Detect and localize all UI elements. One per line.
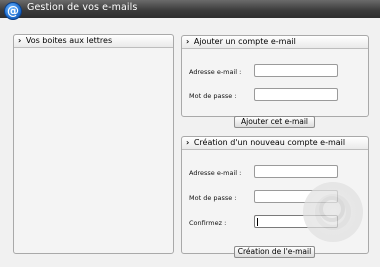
add-email-label: Adresse e-mail :: [189, 68, 242, 76]
mailboxes-panel-header: › Vos boites aux lettres: [14, 35, 173, 48]
add-password-field[interactable]: [254, 88, 338, 101]
create-email-label: Adresse e-mail :: [189, 169, 242, 177]
create-password-label: Mot de passe :: [189, 194, 237, 202]
window-title: Gestion de vos e-mails: [27, 2, 138, 13]
chevron-right-icon: ›: [18, 36, 22, 45]
mailbox-list[interactable]: [15, 49, 172, 252]
create-email-button[interactable]: Création de l'e-mail: [234, 246, 315, 258]
title-bar[interactable]: @ Gestion de vos e-mails: [0, 0, 380, 20]
add-account-title: Ajouter un compte e-mail: [193, 37, 296, 46]
add-email-button[interactable]: Ajouter cet e-mail: [234, 116, 315, 128]
at-sign-icon: @: [4, 2, 22, 20]
watermark-ring: [319, 196, 345, 222]
mailboxes-title: Vos boites aux lettres: [25, 36, 113, 45]
add-email-field[interactable]: [254, 64, 338, 77]
chevron-right-icon: ›: [186, 37, 190, 46]
create-email-field[interactable]: [254, 165, 338, 178]
mailboxes-panel: › Vos boites aux lettres: [13, 34, 174, 254]
confirm-password-label: Confirmez :: [189, 219, 227, 227]
chevron-right-icon: ›: [186, 138, 190, 147]
add-account-panel-header: › Ajouter un compte e-mail: [182, 36, 368, 49]
at-sign-watermark-icon: [303, 182, 363, 242]
email-manager-window: @ Gestion de vos e-mails › Vos boites au…: [0, 0, 380, 267]
create-account-title: Création d'un nouveau compte e-mail: [193, 138, 346, 147]
create-account-panel-header: › Création d'un nouveau compte e-mail: [182, 137, 368, 150]
add-account-panel: › Ajouter un compte e-mail Adresse e-mai…: [181, 35, 369, 117]
text-caret: [257, 218, 258, 226]
add-password-label: Mot de passe :: [189, 92, 237, 100]
